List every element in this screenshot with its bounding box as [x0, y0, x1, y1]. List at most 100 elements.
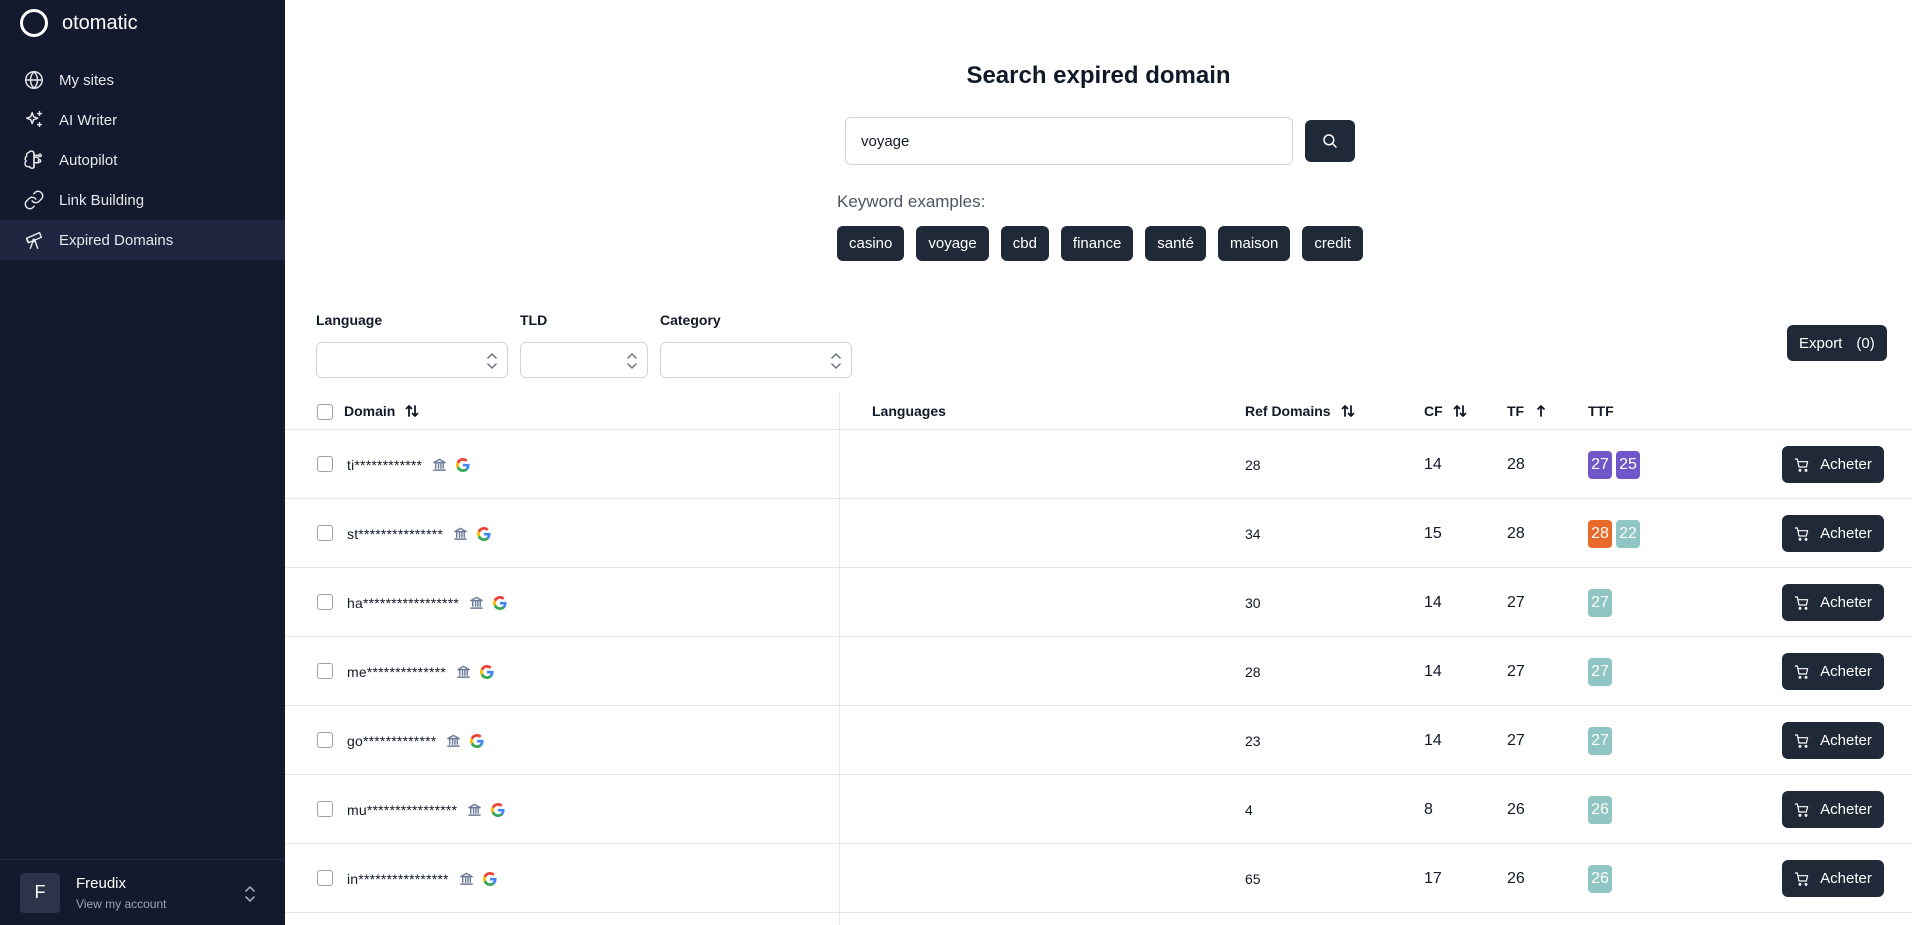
ttf-badge: 22 [1616, 519, 1640, 548]
google-icon[interactable] [491, 802, 505, 817]
buy-button[interactable]: Acheter [1782, 446, 1884, 483]
google-icon[interactable] [477, 526, 491, 541]
ttf-badge: 27 [1588, 657, 1612, 686]
bank-icon[interactable] [446, 733, 461, 748]
select-all-checkbox[interactable] [317, 404, 333, 420]
domain-cell: ha***************** [347, 568, 507, 637]
sidebar-item-label: AI Writer [59, 111, 118, 129]
domain-cell: me************** [347, 637, 494, 706]
row-checkbox[interactable] [317, 525, 333, 541]
buy-label: Acheter [1820, 732, 1872, 749]
buy-button[interactable]: Acheter [1782, 722, 1884, 759]
bank-icon[interactable] [459, 871, 474, 886]
sidebar-item-autopilot[interactable]: Autopilot [0, 140, 285, 180]
account-menu[interactable]: F Freudix View my account [0, 859, 285, 925]
ttf-column-header: TTF [1588, 403, 1614, 419]
tf-column-header[interactable]: TF [1507, 403, 1549, 419]
sidebar-item-label: My sites [59, 71, 115, 89]
domain-column-header[interactable]: Domain [344, 403, 420, 419]
domain-name: go************* [347, 732, 437, 749]
bank-icon[interactable] [453, 526, 468, 541]
bank-icon[interactable] [432, 457, 447, 472]
cart-icon [1794, 595, 1809, 610]
ttf-badge: 25 [1616, 450, 1640, 479]
ttf-cell: 28 22 [1588, 499, 1644, 568]
category-select[interactable] [660, 342, 852, 378]
buy-button[interactable]: Acheter [1782, 860, 1884, 897]
brand[interactable]: otomatic [0, 0, 285, 46]
keyword-chip[interactable]: finance [1060, 226, 1134, 261]
keyword-chip[interactable]: maison [1218, 226, 1291, 261]
google-icon[interactable] [470, 733, 484, 748]
domain-cell: mu**************** [347, 775, 505, 844]
sidebar-item-link-building[interactable]: Link Building [0, 180, 285, 220]
domain-header-label: Domain [344, 403, 396, 419]
buy-label: Acheter [1820, 801, 1872, 818]
cf-column-header[interactable]: CF [1424, 403, 1468, 419]
keyword-chip[interactable]: cbd [1000, 226, 1049, 261]
domain-name: me************** [347, 663, 446, 680]
tld-select[interactable] [520, 342, 648, 378]
cart-icon [1794, 802, 1809, 817]
page-title: Search expired domain [966, 62, 1231, 89]
buy-button[interactable]: Acheter [1782, 584, 1884, 621]
google-icon[interactable] [482, 871, 497, 886]
ttf-badge: 27 [1588, 450, 1612, 479]
keyword-chip[interactable]: casino [837, 226, 905, 261]
sidebar-item-ai-writer[interactable]: AI Writer [0, 100, 285, 140]
buy-button[interactable]: Acheter [1782, 791, 1884, 828]
brand-name: otomatic [62, 11, 138, 34]
sidebar-item-my-sites[interactable]: My sites [0, 60, 285, 100]
bank-icon[interactable] [467, 802, 482, 817]
table-row: ha***************** 30 14 27 27 Acheter [285, 568, 1912, 637]
language-select[interactable] [316, 342, 508, 378]
row-checkbox[interactable] [317, 732, 333, 748]
table-row: go************* 23 14 27 27 Acheter [285, 706, 1912, 775]
table-body: ti************ 28 14 28 27 25 Acheter st*… [285, 430, 1912, 913]
keyword-chip[interactable]: santé [1145, 226, 1206, 261]
row-checkbox[interactable] [317, 456, 333, 472]
export-button[interactable]: Export (0) [1787, 325, 1887, 361]
domains-table: Domain Languages Ref Domains CF TF TTF t… [285, 392, 1912, 913]
otomatic-logo-icon [20, 9, 48, 37]
row-checkbox[interactable] [317, 663, 333, 679]
telescope-icon [22, 228, 46, 252]
tf-cell: 28 [1507, 524, 1525, 542]
keyword-examples: casino voyage cbd finance santé maison c… [837, 226, 1364, 261]
buy-button[interactable]: Acheter [1782, 515, 1884, 552]
cf-cell: 15 [1424, 524, 1442, 542]
bank-icon[interactable] [469, 595, 484, 610]
ref-domains-column-header[interactable]: Ref Domains [1245, 403, 1356, 419]
domain-name: ha***************** [347, 594, 459, 611]
search-button[interactable] [1305, 120, 1355, 162]
keyword-chip[interactable]: credit [1302, 226, 1364, 261]
ttf-cell: 27 25 [1588, 430, 1644, 499]
row-checkbox[interactable] [317, 801, 333, 817]
buy-label: Acheter [1820, 663, 1872, 680]
sidebar: otomatic My sites AI Writer Autopilot Li… [0, 0, 285, 925]
ref-domains-cell: 30 [1245, 594, 1261, 611]
languages-column-header: Languages [872, 403, 946, 419]
sort-arrows-icon [1453, 405, 1467, 417]
google-icon[interactable] [493, 595, 507, 610]
ref-domains-cell: 65 [1245, 870, 1261, 887]
buy-button[interactable]: Acheter [1782, 653, 1884, 690]
sidebar-item-expired-domains[interactable]: Expired Domains [0, 220, 285, 260]
domain-name: in**************** [347, 870, 449, 887]
bank-icon[interactable] [456, 664, 471, 679]
domain-cell: ti************ [347, 430, 470, 499]
buy-label: Acheter [1820, 456, 1872, 473]
ttf-badge: 26 [1588, 795, 1612, 824]
row-checkbox[interactable] [317, 594, 333, 610]
globe-icon [22, 68, 46, 92]
row-checkbox[interactable] [317, 870, 333, 886]
search-input[interactable] [845, 117, 1293, 165]
account-subtitle: View my account [76, 896, 167, 911]
google-icon[interactable] [479, 664, 494, 679]
ttf-badge: 27 [1588, 588, 1612, 617]
ttf-cell: 27 [1588, 706, 1616, 775]
keyword-chip[interactable]: voyage [916, 226, 989, 261]
table-row: mu**************** 4 8 26 26 Acheter [285, 775, 1912, 844]
google-icon[interactable] [456, 457, 470, 472]
avatar: F [20, 872, 60, 913]
